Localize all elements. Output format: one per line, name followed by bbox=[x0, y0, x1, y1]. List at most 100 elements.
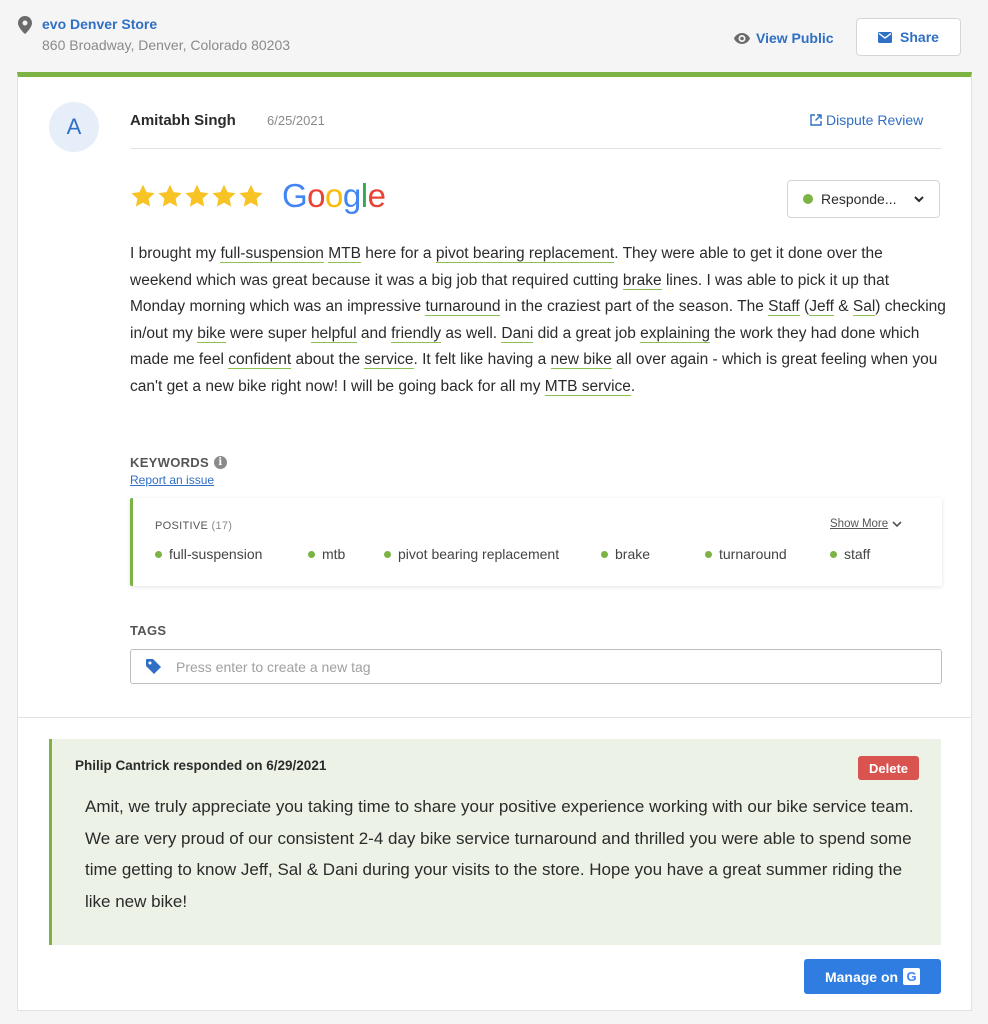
review-text-segment: and bbox=[356, 324, 392, 342]
highlighted-keyword: friendly bbox=[391, 324, 442, 343]
review-date: 6/25/2021 bbox=[267, 113, 325, 128]
reviewer-name: Amitabh Singh bbox=[130, 112, 236, 129]
review-text-segment: here for a bbox=[360, 245, 436, 262]
highlighted-keyword: turnaround bbox=[425, 298, 501, 317]
tag-input-container[interactable] bbox=[130, 649, 942, 684]
review-card: A Amitabh Singh 6/25/2021 Dispute Review… bbox=[17, 72, 972, 1011]
tag-input[interactable] bbox=[176, 658, 876, 675]
share-button[interactable]: Share bbox=[856, 18, 961, 56]
keyword-dot bbox=[155, 550, 162, 558]
delete-response-button[interactable]: Delete bbox=[858, 756, 919, 780]
section-divider bbox=[18, 717, 971, 718]
page-header: evo Denver Store 860 Broadway, Denver, C… bbox=[0, 0, 988, 72]
highlighted-keyword: MTB bbox=[328, 245, 361, 263]
google-icon: G bbox=[903, 968, 921, 985]
info-icon[interactable]: i bbox=[213, 456, 227, 469]
header-divider bbox=[130, 148, 942, 149]
dispute-review-link[interactable]: Dispute Review bbox=[810, 112, 923, 128]
manage-on-google-button[interactable]: Manage on G bbox=[804, 959, 941, 994]
highlighted-keyword: brake bbox=[622, 271, 662, 290]
review-text-segment: I brought my bbox=[130, 245, 221, 262]
keyword-label: pivot bearing replacement bbox=[398, 546, 560, 562]
response-status-dropdown[interactable]: Responde... bbox=[787, 180, 940, 218]
keyword-dot bbox=[384, 550, 391, 558]
keyword-dot bbox=[830, 550, 837, 558]
positive-keywords-heading: POSITIVE (17) bbox=[155, 520, 232, 532]
highlighted-keyword: helpful bbox=[310, 324, 357, 343]
review-text-segment: & bbox=[833, 298, 853, 316]
dispute-review-label: Dispute Review bbox=[826, 112, 924, 128]
positive-count: (17) bbox=[211, 520, 233, 532]
show-more-label: Show More bbox=[830, 518, 889, 530]
keyword-dot bbox=[308, 550, 315, 558]
google-logo: Google bbox=[282, 177, 386, 214]
review-text-segment: about the bbox=[291, 351, 365, 369]
store-name-link[interactable]: evo Denver Store bbox=[42, 16, 157, 32]
chevron-down-icon bbox=[914, 196, 924, 203]
location-pin-icon bbox=[18, 16, 32, 34]
star-icon bbox=[212, 184, 236, 207]
highlighted-keyword: new bike bbox=[550, 351, 612, 370]
star-icon bbox=[158, 184, 182, 207]
review-text-segment: . bbox=[630, 377, 636, 395]
keyword-label: brake bbox=[615, 546, 651, 562]
status-dot bbox=[803, 194, 813, 204]
review-text-segment: ( bbox=[799, 298, 810, 316]
report-issue-link[interactable]: Report an issue bbox=[130, 473, 214, 487]
keyword-dot bbox=[705, 550, 712, 558]
highlighted-keyword: full-suspension bbox=[220, 245, 324, 263]
star-icon bbox=[239, 184, 263, 207]
share-label: Share bbox=[900, 29, 939, 45]
keyword-item[interactable]: staff bbox=[830, 546, 870, 562]
review-text-segment: in the craziest part of the season. The bbox=[500, 298, 769, 316]
envelope-icon bbox=[878, 31, 893, 43]
keyword-item[interactable]: pivot bearing replacement bbox=[384, 546, 559, 562]
owner-response: Philip Cantrick responded on 6/29/2021 D… bbox=[49, 739, 941, 945]
highlighted-keyword: Staff bbox=[768, 298, 800, 317]
star-rating bbox=[130, 183, 264, 209]
keyword-item[interactable]: mtb bbox=[308, 546, 345, 562]
highlighted-keyword: confident bbox=[228, 351, 292, 370]
show-more-button[interactable]: Show More bbox=[830, 518, 902, 530]
review-text-segment: were super bbox=[225, 324, 311, 342]
chevron-down-icon bbox=[892, 521, 902, 528]
response-text: Amit, we truly appreciate you taking tim… bbox=[85, 797, 914, 911]
review-text-segment: did a great job bbox=[533, 324, 641, 342]
eye-icon bbox=[734, 32, 750, 44]
highlighted-keyword: service bbox=[364, 351, 414, 370]
keyword-dot bbox=[601, 550, 608, 558]
review-text-segment: . It felt like having a bbox=[413, 351, 551, 369]
star-icon bbox=[185, 184, 209, 207]
keyword-item[interactable]: turnaround bbox=[705, 546, 787, 562]
review-text-segment: as well. bbox=[441, 324, 502, 342]
highlighted-keyword: Sal bbox=[852, 298, 876, 317]
response-header: Philip Cantrick responded on 6/29/2021 bbox=[75, 758, 327, 773]
review-text: I brought my full-suspension MTB here fo… bbox=[130, 241, 946, 401]
tags-heading: TAGS bbox=[130, 623, 167, 638]
view-public-button[interactable]: View Public bbox=[734, 28, 834, 48]
view-public-label: View Public bbox=[756, 30, 834, 46]
positive-label: POSITIVE bbox=[155, 520, 209, 532]
keyword-label: turnaround bbox=[719, 546, 787, 562]
highlighted-keyword: Jeff bbox=[809, 298, 834, 317]
keyword-item[interactable]: full-suspension bbox=[155, 546, 262, 562]
highlighted-keyword: Dani bbox=[501, 324, 534, 343]
highlighted-keyword: explaining bbox=[640, 324, 710, 343]
highlighted-keyword: pivot bearing replacement bbox=[435, 245, 615, 263]
keywords-label: KEYWORDS bbox=[130, 455, 209, 470]
keywords-heading: KEYWORDS i bbox=[130, 455, 227, 470]
tag-icon bbox=[146, 659, 161, 674]
status-label: Responde... bbox=[821, 191, 897, 207]
keyword-label: mtb bbox=[322, 546, 346, 562]
keyword-item[interactable]: brake bbox=[601, 546, 650, 562]
avatar: A bbox=[49, 102, 99, 152]
keyword-label: full-suspension bbox=[169, 546, 263, 562]
store-address: 860 Broadway, Denver, Colorado 80203 bbox=[42, 37, 291, 53]
external-link-icon bbox=[810, 114, 822, 126]
manage-label: Manage on bbox=[824, 968, 899, 985]
highlighted-keyword: MTB service bbox=[544, 377, 631, 396]
star-icon bbox=[131, 184, 155, 207]
highlighted-keyword: bike bbox=[197, 324, 226, 343]
keywords-panel: POSITIVE (17) Show More full-suspension … bbox=[130, 498, 942, 586]
keyword-list: full-suspension mtb pivot bearing replac… bbox=[155, 546, 935, 566]
